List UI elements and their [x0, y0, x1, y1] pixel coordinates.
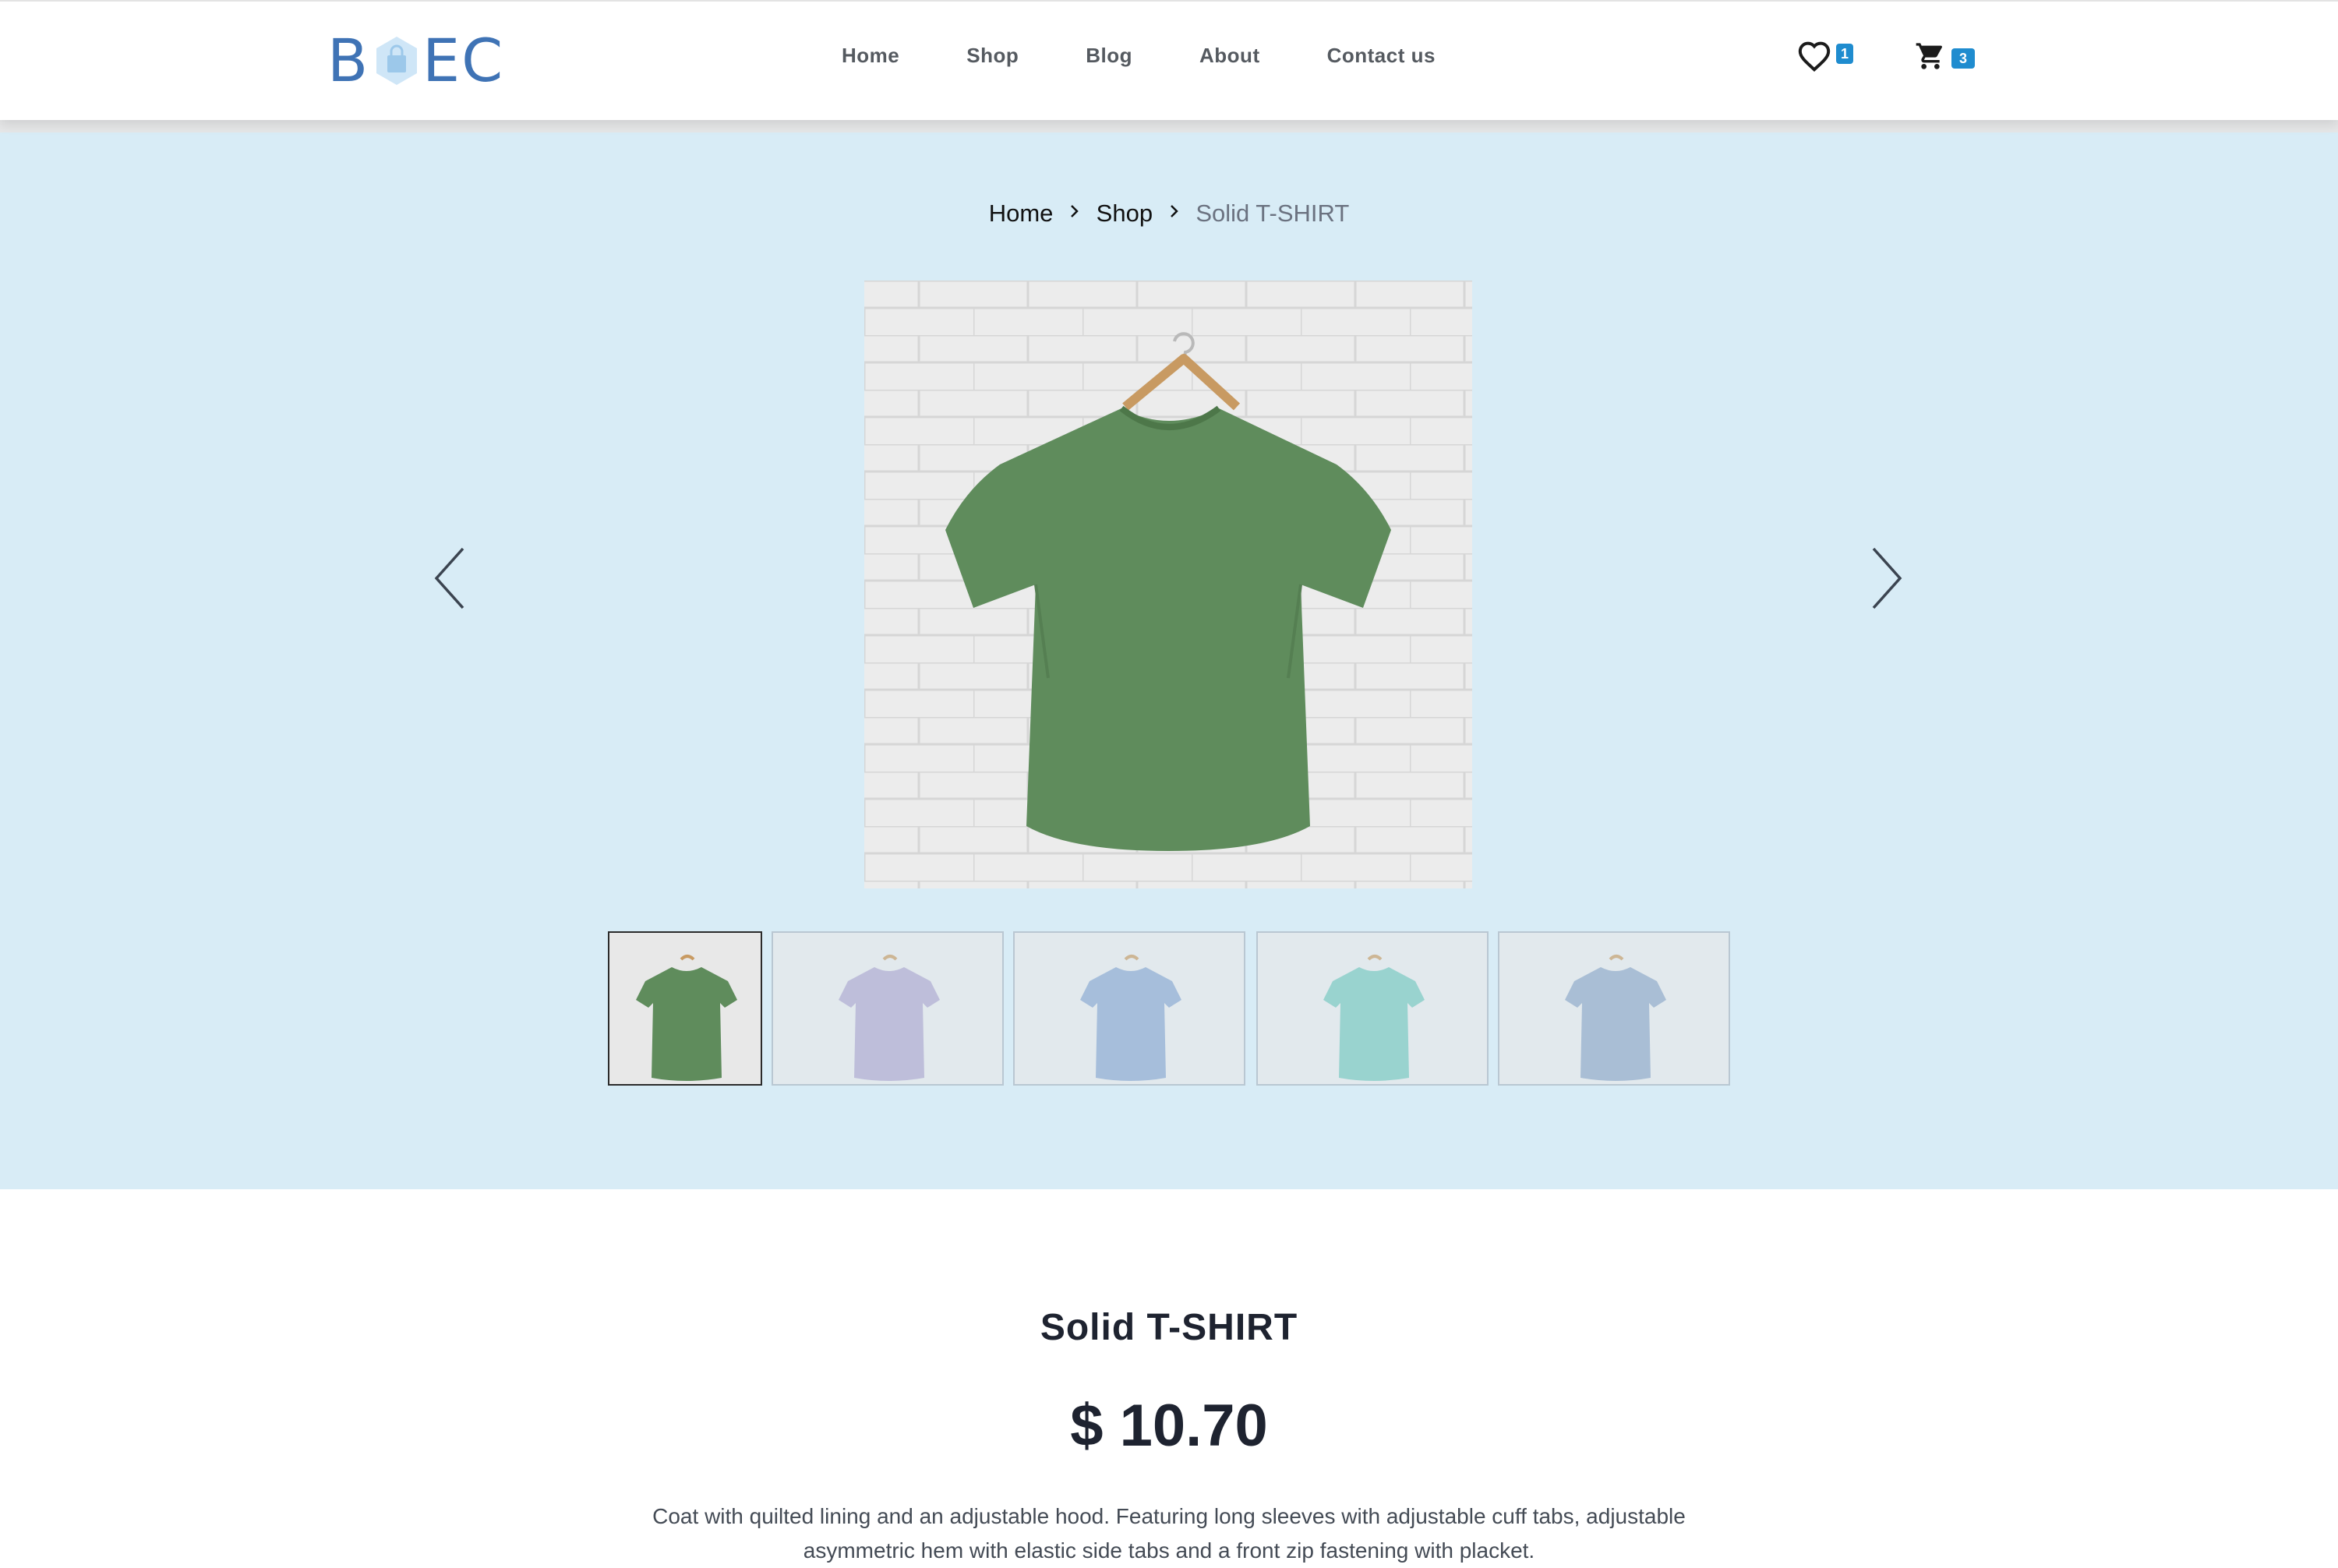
thumbnail-4[interactable] — [1256, 931, 1489, 1086]
site-logo[interactable]: B EC — [327, 30, 504, 92]
breadcrumb-home[interactable]: Home — [989, 200, 1054, 227]
site-header: B EC Home Shop Blog About Contact us 1 3 — [0, 0, 2338, 120]
chevron-right-icon — [1071, 205, 1079, 217]
wishlist-button[interactable]: 1 — [1797, 41, 1856, 79]
product-main-image — [864, 281, 1472, 888]
product-hero: Home Shop Solid T-SHIRT — [0, 132, 2338, 1189]
t-shirt-image — [864, 281, 1472, 888]
gallery-next-button[interactable] — [1867, 546, 1906, 611]
product-price: $ 10.70 — [1070, 1393, 1268, 1459]
thumbnail-strip — [0, 931, 2338, 1087]
breadcrumb: Home Shop Solid T-SHIRT — [0, 198, 2338, 228]
thumbnail-5[interactable] — [1498, 931, 1730, 1086]
heart-icon — [1798, 41, 1831, 72]
header-divider — [0, 118, 2338, 132]
thumbnail-2[interactable] — [772, 931, 1004, 1086]
nav-about[interactable]: About — [1199, 44, 1260, 68]
cart-count-badge: 3 — [1951, 48, 1975, 69]
thumbnail-3[interactable] — [1013, 931, 1245, 1086]
nav-contact[interactable]: Contact us — [1327, 44, 1436, 68]
t-shirt-thumbnail — [609, 933, 761, 1084]
product-title: Solid T-SHIRT — [1040, 1307, 1298, 1348]
breadcrumb-current: Solid T-SHIRT — [1195, 199, 1350, 227]
thumbnail-1[interactable] — [608, 931, 762, 1086]
cart-icon — [1916, 43, 1942, 69]
logo-text-left: B — [327, 26, 370, 95]
nav-home[interactable]: Home — [842, 44, 899, 68]
chevron-right-icon — [1170, 205, 1178, 217]
main-nav: Home Shop Blog About Contact us — [842, 44, 1503, 68]
cart-button[interactable]: 3 — [1914, 41, 1978, 79]
wishlist-count-badge: 1 — [1836, 44, 1853, 64]
breadcrumb-shop[interactable]: Shop — [1097, 200, 1153, 227]
nav-blog[interactable]: Blog — [1086, 44, 1132, 68]
gallery-prev-button[interactable] — [430, 546, 469, 611]
logo-text-right: EC — [422, 26, 505, 95]
nav-shop[interactable]: Shop — [966, 44, 1019, 68]
product-description: Coat with quilted lining and an adjustab… — [652, 1504, 1686, 1563]
shopping-bag-icon — [376, 37, 418, 85]
